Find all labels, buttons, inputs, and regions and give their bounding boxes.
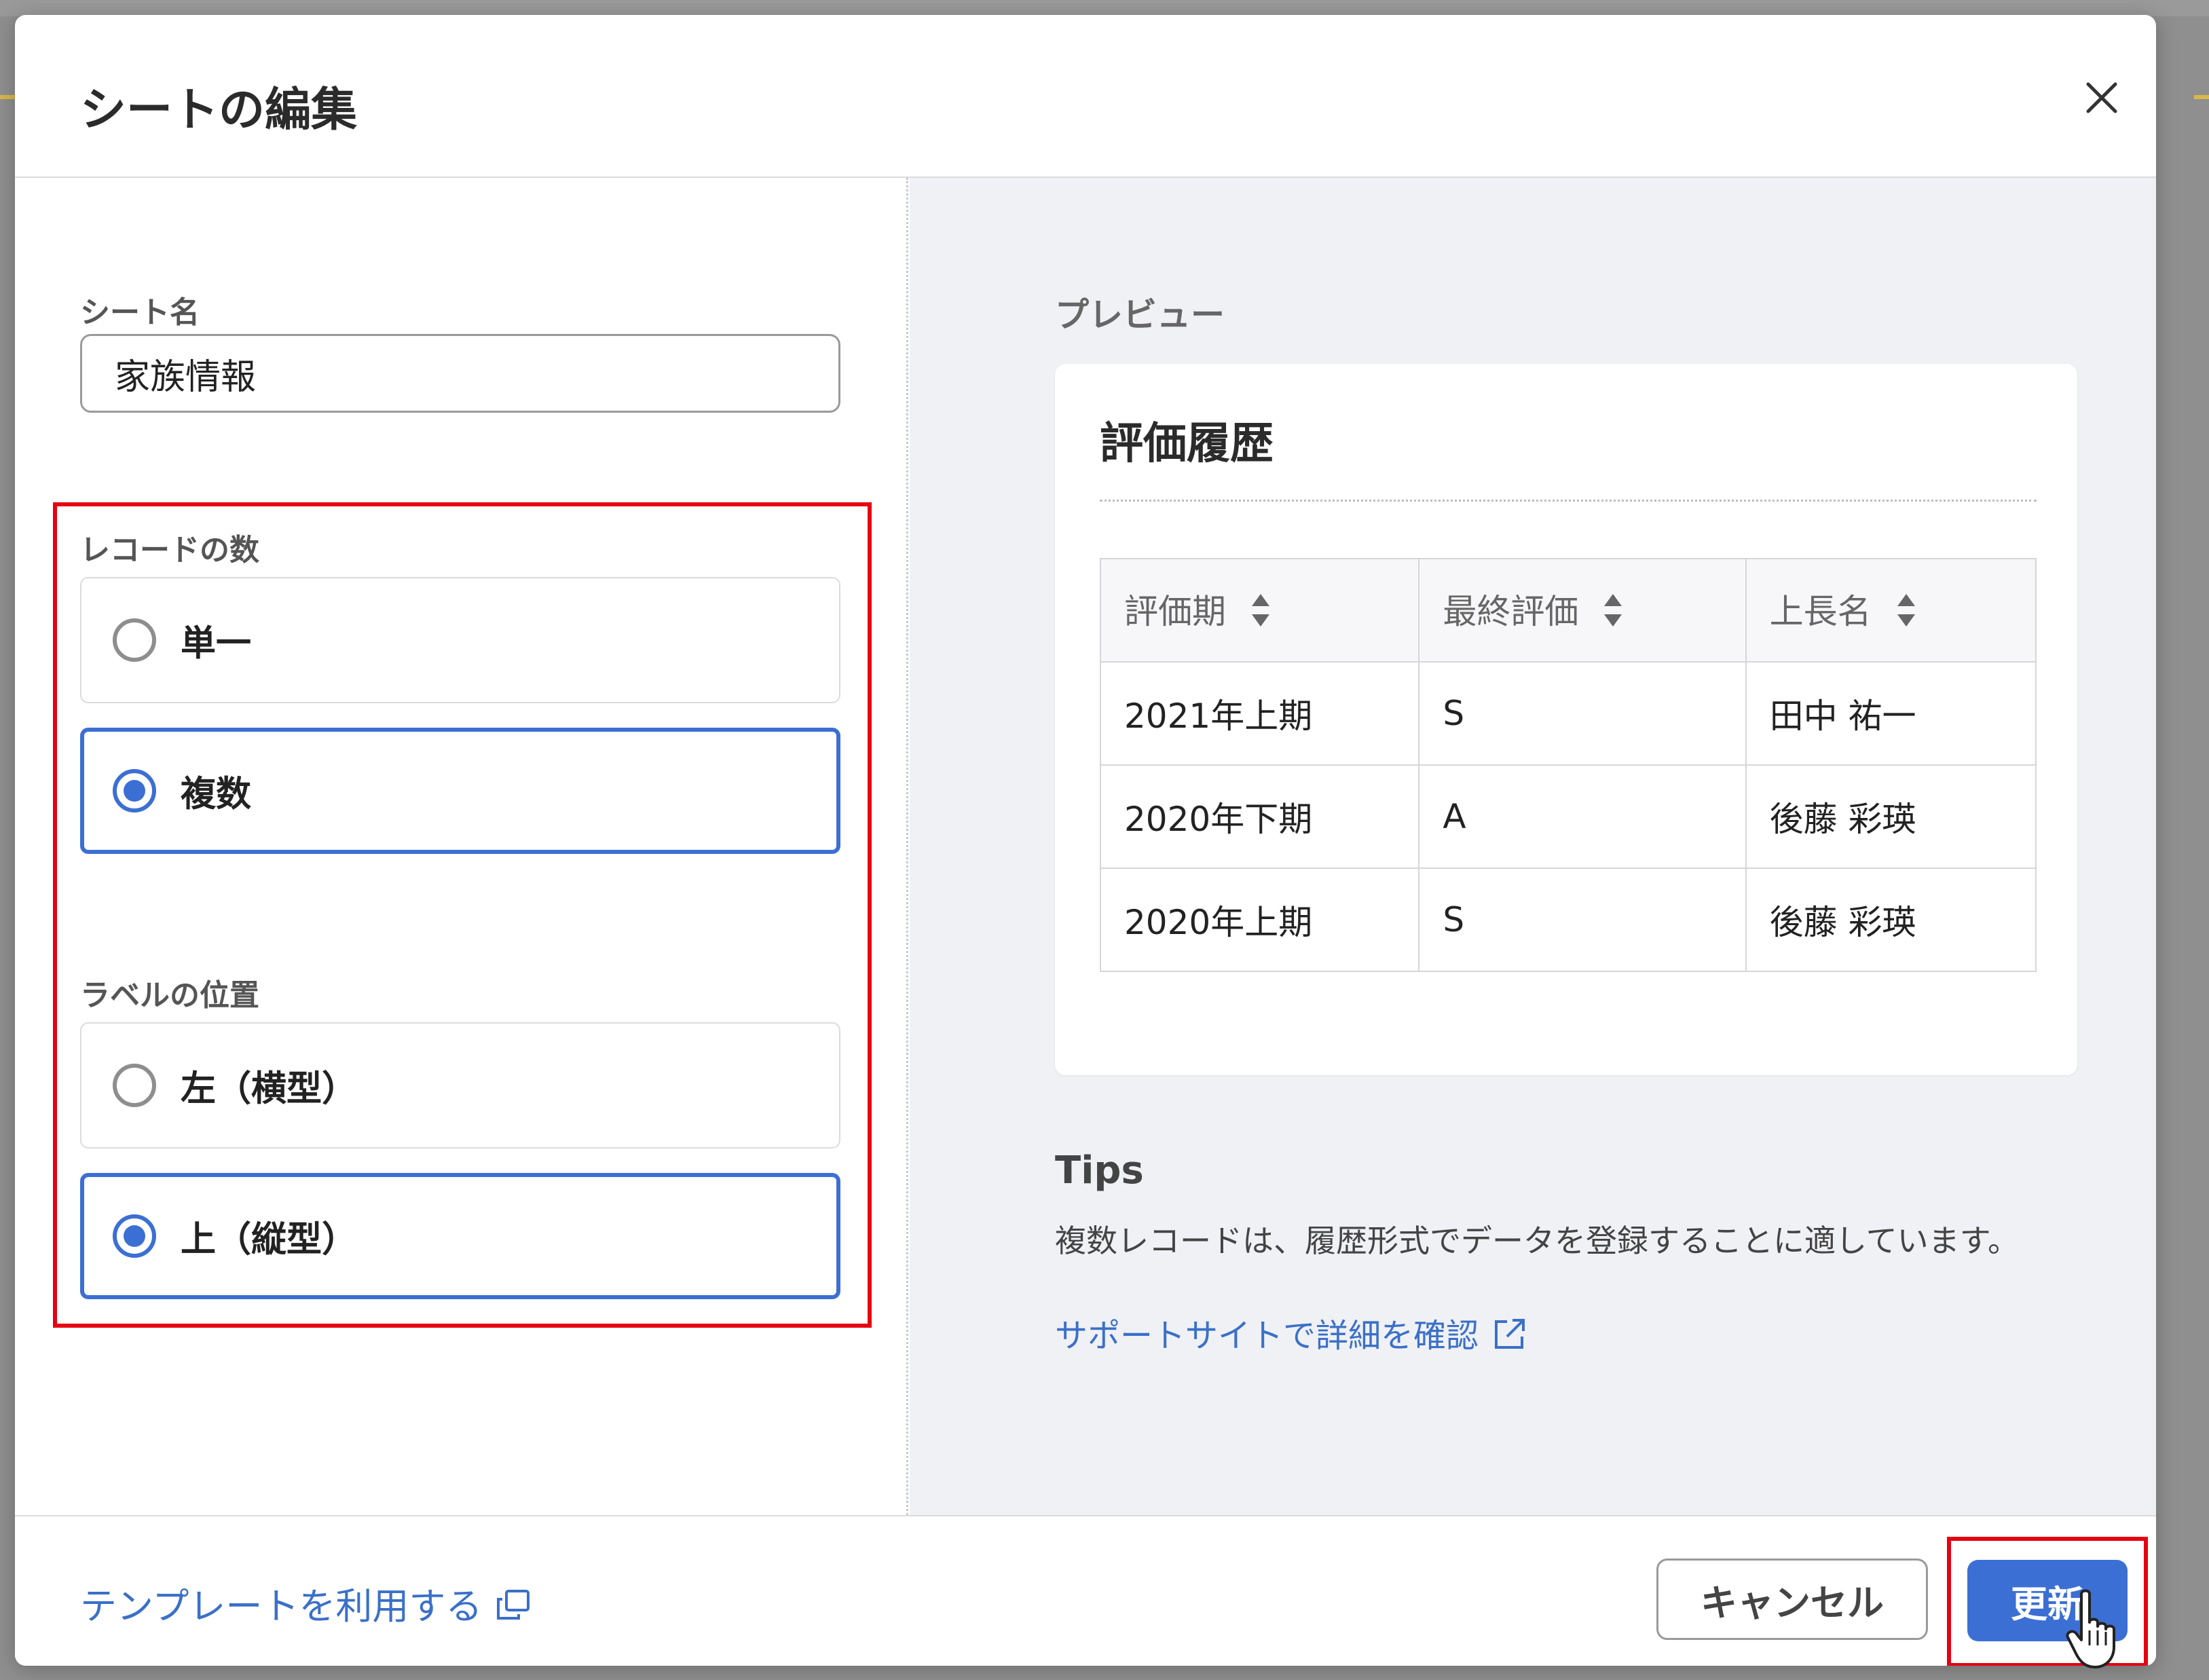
tips-text: 複数レコードは、履歴形式でデータを登録することに適しています。 bbox=[1055, 1222, 2020, 1259]
background-accent-left bbox=[0, 95, 15, 99]
table-cell: 後藤 彩瑛 bbox=[1745, 764, 2037, 869]
sort-icon[interactable] bbox=[1603, 593, 1623, 636]
record-option-label: 単一 bbox=[181, 623, 252, 665]
modal-footer: テンプレートを利用する キャンセル 更新 bbox=[15, 1515, 2156, 1666]
sort-icon[interactable] bbox=[1896, 593, 1916, 636]
column-header[interactable]: 評価期 bbox=[1099, 558, 1420, 662]
cancel-button[interactable]: キャンセル bbox=[1656, 1558, 1928, 1640]
record-count-label: レコードの数 bbox=[80, 533, 259, 567]
hand-pointer-cursor-icon bbox=[2061, 1588, 2129, 1670]
table-cell: 田中 祐一 bbox=[1745, 661, 2037, 766]
column-header[interactable]: 最終評価 bbox=[1418, 558, 1747, 662]
position-option-label: 左（横型） bbox=[181, 1068, 358, 1110]
record-option-label: 複数 bbox=[181, 774, 252, 815]
table-row: 2021年上期 S 田中 祐一 bbox=[1099, 661, 2037, 766]
table-row: 2020年下期 A 後藤 彩瑛 bbox=[1099, 764, 2037, 869]
table-cell: A bbox=[1418, 764, 1747, 869]
background-app-strip bbox=[0, 0, 2209, 16]
use-template-link[interactable]: テンプレートを利用する bbox=[80, 1576, 532, 1631]
support-site-link[interactable]: サポートサイトで詳細を確認 bbox=[1055, 1309, 1529, 1361]
card-divider bbox=[1100, 500, 2037, 502]
table-row: 2020年上期 S 後藤 彩瑛 bbox=[1099, 867, 2037, 972]
radio-selected-icon[interactable] bbox=[113, 769, 156, 813]
preview-card: 評価履歴 評価期 最終評価 上長名 2021年上期 S 田中 祐一 2020年下… bbox=[1055, 364, 2077, 1075]
sheet-name-input[interactable] bbox=[80, 334, 840, 413]
label-position-label: ラベルの位置 bbox=[80, 978, 259, 1013]
table-cell: S bbox=[1418, 661, 1747, 766]
sheet-name-label: シート名 bbox=[80, 295, 200, 330]
position-option-top[interactable]: 上（縦型） bbox=[80, 1173, 840, 1299]
table-cell: 2020年上期 bbox=[1099, 867, 1420, 972]
table-cell: S bbox=[1418, 867, 1747, 972]
modal-header: シートの編集 bbox=[15, 15, 2156, 178]
position-option-label: 上（縦型） bbox=[181, 1219, 358, 1261]
table-header-row: 評価期 最終評価 上長名 bbox=[1099, 558, 2037, 662]
tips-heading: Tips bbox=[1055, 1149, 1144, 1193]
column-header[interactable]: 上長名 bbox=[1745, 558, 2037, 662]
edit-sheet-modal: シートの編集 シート名 レコードの数 単一 複数 ラベルの位置 左（横型） bbox=[15, 15, 2156, 1666]
close-icon[interactable] bbox=[2072, 68, 2132, 128]
record-option-single[interactable]: 単一 bbox=[80, 577, 840, 703]
sort-icon[interactable] bbox=[1250, 593, 1271, 636]
settings-panel: シート名 レコードの数 単一 複数 ラベルの位置 左（横型） 上（縦型） bbox=[15, 178, 908, 1515]
external-link-icon bbox=[1491, 1315, 1529, 1361]
preview-card-title: 評価履歴 bbox=[1100, 419, 1274, 469]
radio-selected-icon[interactable] bbox=[113, 1214, 156, 1258]
preview-panel: プレビュー 評価履歴 評価期 最終評価 上長名 2021年上期 S 田中 祐一 … bbox=[910, 178, 2156, 1515]
preview-heading: プレビュー bbox=[1055, 295, 1225, 335]
radio-unselected-icon[interactable] bbox=[113, 1064, 156, 1107]
preview-table: 評価期 最終評価 上長名 2021年上期 S 田中 祐一 2020年下期 A 後… bbox=[1099, 558, 2037, 972]
radio-unselected-icon[interactable] bbox=[113, 618, 156, 662]
table-cell: 後藤 彩瑛 bbox=[1745, 867, 2037, 972]
table-cell: 2020年下期 bbox=[1099, 764, 1420, 869]
table-cell: 2021年上期 bbox=[1099, 661, 1420, 766]
open-window-icon bbox=[494, 1587, 532, 1631]
modal-title: シートの編集 bbox=[80, 83, 358, 137]
record-option-multiple[interactable]: 複数 bbox=[80, 728, 840, 854]
position-option-left[interactable]: 左（横型） bbox=[80, 1022, 840, 1149]
background-accent-right bbox=[2194, 95, 2209, 99]
